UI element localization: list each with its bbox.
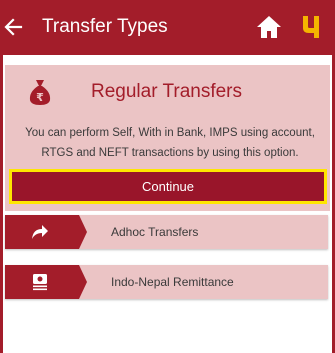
continue-button[interactable]: Continue: [9, 169, 327, 204]
indo-nepal-remittance-option[interactable]: Indo-Nepal Remittance: [5, 265, 328, 299]
app-bar: Transfer Types: [0, 0, 335, 55]
option-icon-tab: [5, 265, 87, 299]
content-area: ₹ Regular Transfers You can perform Self…: [3, 55, 332, 353]
svg-text:₹: ₹: [36, 91, 44, 104]
bank-logo-icon: [303, 16, 319, 38]
home-button[interactable]: [254, 12, 284, 42]
bank-logo: [298, 12, 326, 42]
money-bag-icon: ₹: [29, 80, 51, 105]
arrow-left-icon: [4, 18, 23, 36]
regular-transfers-description: You can perform Self, With in Bank, IMPS…: [25, 127, 315, 159]
adhoc-transfers-label: Adhoc Transfers: [111, 225, 199, 239]
remittance-icon: [33, 274, 47, 291]
share-arrow-icon: [32, 225, 48, 239]
back-button[interactable]: [0, 14, 26, 40]
adhoc-transfers-option[interactable]: Adhoc Transfers: [5, 215, 328, 249]
home-icon: [257, 16, 281, 38]
page-title: Transfer Types: [42, 16, 168, 37]
regular-transfers-title: Regular Transfers: [91, 81, 243, 102]
regular-transfers-card: ₹ Regular Transfers You can perform Self…: [5, 65, 330, 211]
indo-nepal-remittance-label: Indo-Nepal Remittance: [111, 275, 234, 289]
option-icon-tab: [5, 215, 87, 249]
